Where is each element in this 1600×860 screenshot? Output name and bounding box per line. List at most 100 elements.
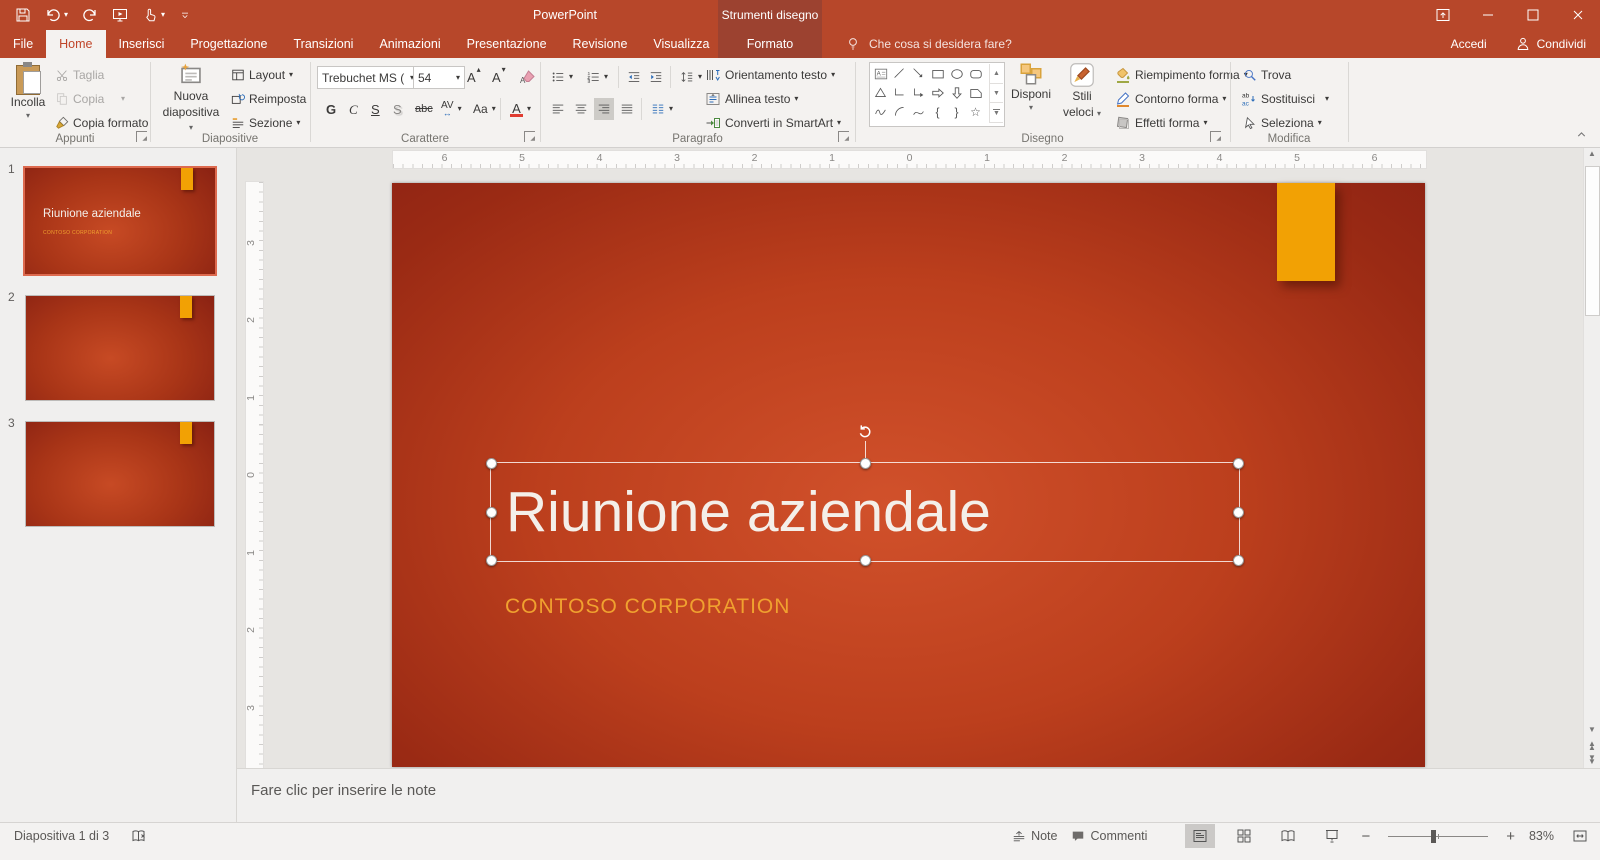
notes-toggle-button[interactable]: Note — [1012, 823, 1057, 849]
resize-handle-sw[interactable] — [486, 555, 497, 566]
fit-slide-to-window-button[interactable] — [1568, 824, 1592, 848]
align-left-button[interactable] — [548, 98, 568, 120]
close-button[interactable] — [1555, 0, 1600, 30]
align-text-button[interactable]: Allinea testo ▾ — [702, 88, 801, 110]
shapes-gallery[interactable]: { } ☆ ▲ ▼ ▼ — [869, 62, 1005, 127]
left-brace-shape-icon[interactable]: { — [928, 102, 947, 121]
drawing-dialog-launcher[interactable]: ◢ — [1210, 131, 1221, 142]
shape-outline-dropdown-icon[interactable]: ▾ — [1222, 95, 1226, 103]
numbering-button[interactable]: ▾ — [583, 66, 611, 88]
shape-outline-button[interactable]: Contorno forma ▾ — [1112, 88, 1229, 110]
tab-transizioni[interactable]: Transizioni — [280, 30, 366, 58]
font-color-button[interactable]: A ▾ — [507, 98, 534, 120]
bold-button[interactable]: G — [323, 98, 339, 120]
tell-me-box[interactable]: Che cosa si desidera fare? — [845, 30, 1012, 58]
slide-title-text[interactable]: Riunione aziendale — [491, 479, 991, 545]
resize-handle-se[interactable] — [1233, 555, 1244, 566]
slide-thumbnail-3[interactable] — [25, 421, 215, 527]
undo-button[interactable]: ▾ — [38, 2, 75, 28]
numbering-dropdown-icon[interactable]: ▾ — [604, 73, 608, 81]
font-name-combobox[interactable]: Trebuchet MS ( ▾ — [317, 66, 419, 89]
sign-in-button[interactable]: Accedi — [1451, 37, 1487, 51]
slide-canvas[interactable]: Riunione aziendale CONTOSO CORPORATION — [392, 183, 1425, 767]
tab-inserisci[interactable]: Inserisci — [106, 30, 178, 58]
share-button[interactable]: Condividi — [1515, 36, 1586, 52]
bullets-button[interactable]: ▾ — [548, 66, 576, 88]
clipboard-dialog-launcher[interactable]: ◢ — [136, 131, 147, 142]
arc-shape-icon[interactable] — [890, 102, 909, 121]
notes-pane[interactable]: Fare clic per inserire le note — [237, 768, 1600, 822]
reading-view-button[interactable] — [1273, 824, 1303, 848]
italic-button[interactable]: C — [346, 98, 361, 120]
title-placeholder-selection[interactable]: Riunione aziendale — [486, 462, 1244, 566]
paste-button[interactable]: Incolla ▾ — [6, 62, 50, 140]
columns-dropdown-icon[interactable]: ▾ — [669, 105, 673, 113]
select-dropdown-icon[interactable]: ▾ — [1318, 119, 1322, 127]
change-case-dropdown-icon[interactable]: ▾ — [492, 105, 496, 113]
copy-button[interactable]: Copia ▾ — [52, 88, 128, 110]
touch-mode-dropdown-icon[interactable]: ▾ — [161, 11, 165, 19]
slide-thumbnail-2[interactable] — [25, 295, 215, 401]
font-size-dropdown-icon[interactable]: ▾ — [456, 73, 460, 82]
tab-visualizza[interactable]: Visualizza — [640, 30, 722, 58]
zoom-in-button[interactable]: + — [1506, 828, 1515, 845]
align-center-button[interactable] — [571, 98, 591, 120]
tab-file[interactable]: File — [0, 30, 46, 58]
triangle-shape-icon[interactable] — [871, 83, 890, 102]
grow-font-button[interactable]: A ▴ — [464, 66, 484, 88]
rotation-handle[interactable] — [857, 423, 874, 440]
undo-dropdown-icon[interactable]: ▾ — [64, 11, 68, 19]
accent-tab-shape[interactable] — [1277, 183, 1335, 281]
clear-formatting-button[interactable] — [517, 66, 539, 88]
character-spacing-button[interactable]: AV ↔ ▾ — [438, 98, 465, 120]
tab-presentazione[interactable]: Presentazione — [454, 30, 560, 58]
paragraph-dialog-launcher[interactable]: ◢ — [838, 131, 849, 142]
align-text-dropdown-icon[interactable]: ▾ — [794, 95, 798, 103]
resize-handle-w[interactable] — [486, 507, 497, 518]
reset-button[interactable]: Reimposta — [228, 88, 309, 110]
cut-button[interactable]: Taglia — [52, 64, 107, 86]
section-dropdown-icon[interactable]: ▾ — [296, 119, 300, 127]
scrollbar-thumb[interactable] — [1585, 166, 1600, 316]
zoom-level[interactable]: 83% — [1529, 829, 1554, 843]
next-slide-button[interactable]: ▼ ▼ — [1584, 754, 1600, 766]
text-box-shape-icon[interactable] — [871, 64, 890, 83]
font-size-combobox[interactable]: 54 ▾ — [413, 66, 465, 89]
tab-progettazione[interactable]: Progettazione — [177, 30, 280, 58]
change-case-button[interactable]: Aa ▾ — [470, 98, 499, 120]
curve-shape-icon[interactable] — [909, 102, 928, 121]
shape-effects-button[interactable]: Effetti forma ▾ — [1112, 112, 1211, 134]
smartart-dropdown-icon[interactable]: ▾ — [837, 119, 841, 127]
save-button[interactable] — [8, 2, 38, 28]
resize-handle-n[interactable] — [860, 458, 871, 469]
shape-effects-dropdown-icon[interactable]: ▾ — [1203, 119, 1207, 127]
zoom-slider[interactable] — [1388, 829, 1489, 843]
start-from-beginning-button[interactable] — [105, 2, 135, 28]
spell-check-icon[interactable] — [131, 828, 147, 844]
shapes-scroll-up-button[interactable]: ▲ — [990, 64, 1003, 84]
section-button[interactable]: Sezione ▾ — [228, 112, 303, 134]
collapse-ribbon-button[interactable] — [1575, 128, 1588, 141]
select-button[interactable]: Seleziona ▾ — [1240, 112, 1325, 134]
find-button[interactable]: Trova — [1240, 64, 1294, 86]
tab-animazioni[interactable]: Animazioni — [366, 30, 453, 58]
layout-dropdown-icon[interactable]: ▾ — [289, 71, 293, 79]
normal-view-button[interactable] — [1185, 824, 1216, 848]
elbow-connector-shape-icon[interactable] — [890, 83, 909, 102]
oval-shape-icon[interactable] — [947, 64, 966, 83]
underline-button[interactable]: S — [368, 98, 383, 120]
line-spacing-button[interactable]: ▾ — [677, 66, 705, 88]
copy-dropdown-icon[interactable]: ▾ — [121, 95, 125, 103]
slide-thumbnail-1[interactable]: Riunione aziendale CONTOSO CORPORATION — [23, 166, 217, 276]
replace-dropdown-icon[interactable]: ▾ — [1325, 95, 1329, 103]
customize-qat-button[interactable] — [172, 2, 198, 28]
rounded-rectangle-shape-icon[interactable] — [966, 64, 985, 83]
convert-smartart-button[interactable]: Converti in SmartArt ▾ — [702, 112, 844, 134]
touch-mouse-mode-button[interactable]: ▾ — [135, 2, 172, 28]
text-direction-button[interactable]: Orientamento testo ▾ — [702, 64, 838, 86]
tab-home[interactable]: Home — [46, 30, 106, 58]
minimize-button[interactable] — [1465, 0, 1510, 30]
redo-button[interactable] — [75, 2, 105, 28]
new-slide-button[interactable]: Nuova diapositiva ▾ — [160, 62, 222, 140]
down-arrow-shape-icon[interactable] — [947, 83, 966, 102]
